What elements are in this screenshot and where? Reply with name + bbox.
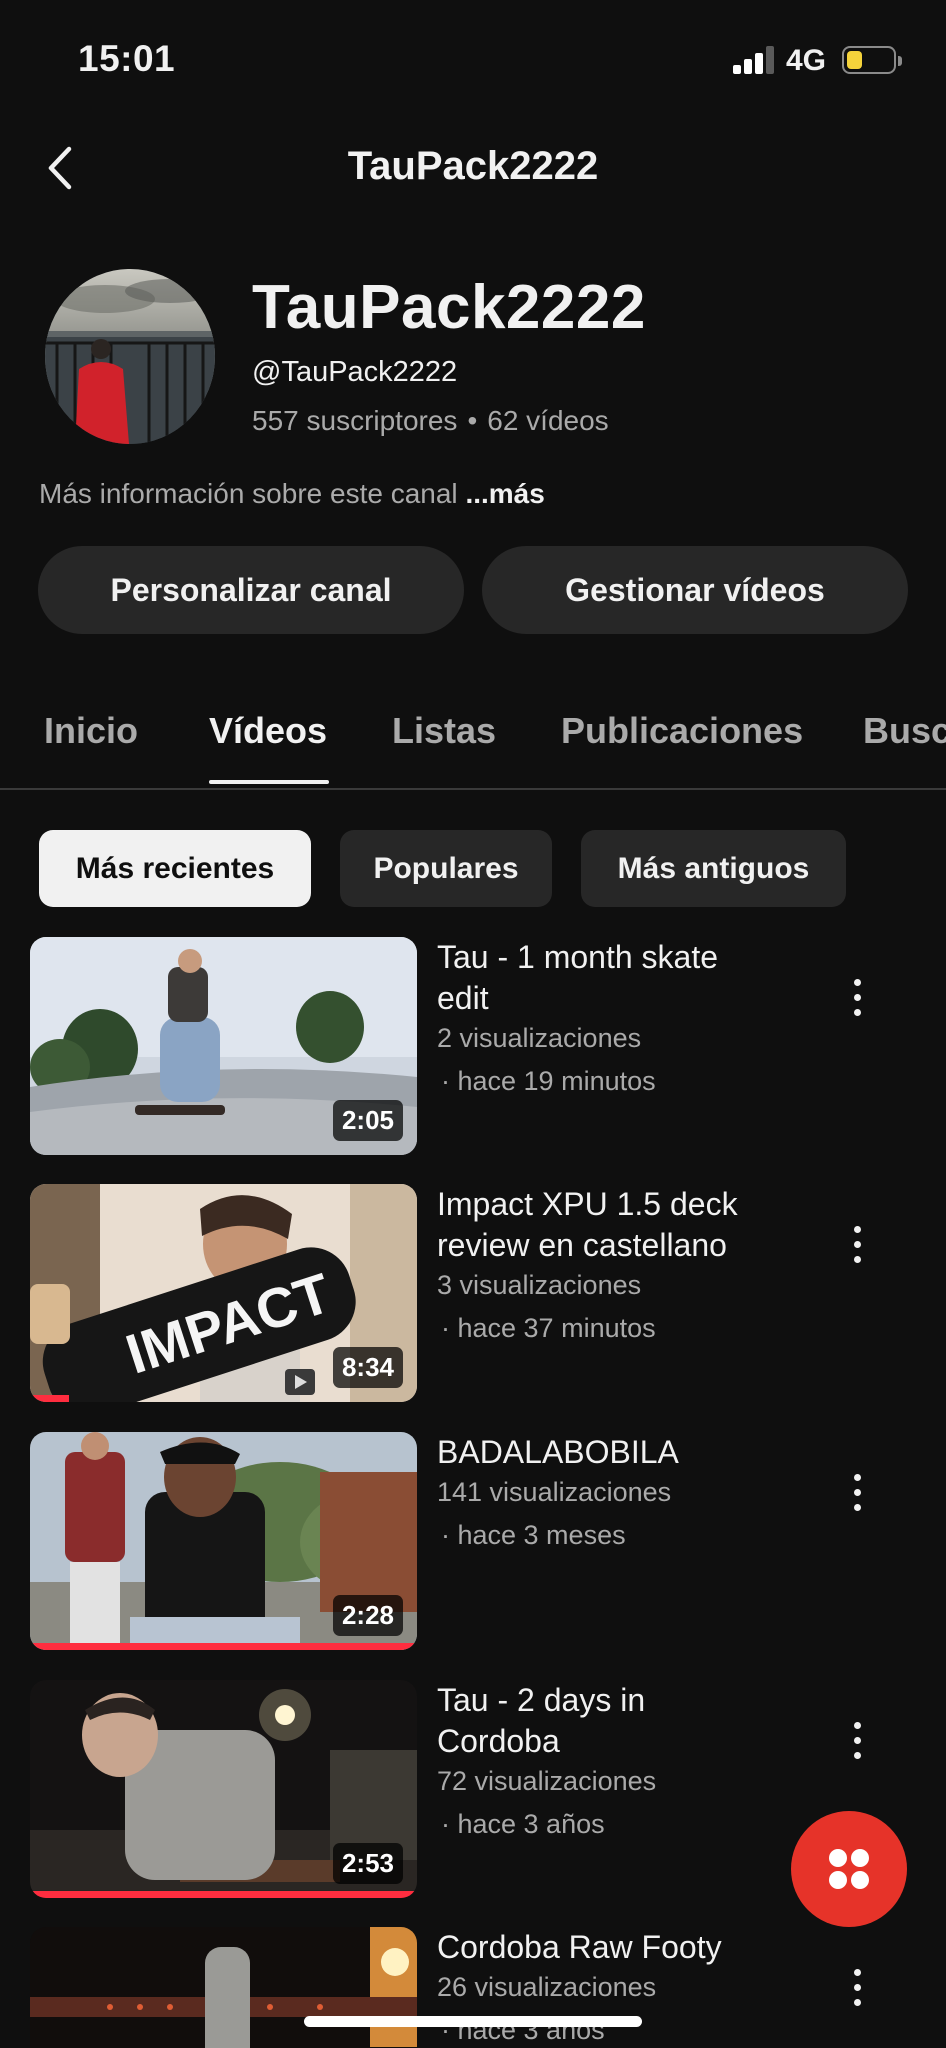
video-item[interactable]: Cordoba Raw Footy 26 visualizaciones · h… <box>0 1927 946 2048</box>
video-item[interactable]: IMPACT 8:34 Impact XPU 1.5 deck review e… <box>0 1184 946 1404</box>
chip-oldest[interactable]: Más antiguos <box>581 830 846 907</box>
video-item[interactable]: 2:28 BADALABOBILA 141 visualizaciones · … <box>0 1432 946 1652</box>
video-title[interactable]: Tau - 2 days in Cordoba <box>437 1680 767 1762</box>
page-title: TauPack2222 <box>347 144 599 188</box>
video-thumbnail[interactable]: 2:53 <box>30 1680 417 1898</box>
channel-name: TauPack2222 <box>252 273 646 342</box>
video-title[interactable]: Tau - 1 month skate edit <box>437 937 767 1019</box>
video-duration: 8:34 <box>332 1347 403 1388</box>
channel-avatar[interactable] <box>45 269 215 444</box>
video-thumbnail[interactable]: 2:28 <box>30 1432 417 1650</box>
chip-most-recent[interactable]: Más recientes <box>39 830 311 907</box>
battery-icon <box>842 46 902 74</box>
video-views: 26 visualizaciones <box>437 1972 657 2002</box>
about-text: Más información sobre este canal <box>39 478 466 509</box>
video-views: 141 visualizaciones <box>437 1477 672 1507</box>
video-thumbnail[interactable]: IMPACT 8:34 <box>30 1184 417 1402</box>
subscriber-count: 557 suscriptores <box>252 405 458 436</box>
apps-grid-icon <box>829 1849 869 1889</box>
status-bar: 15:01 4G <box>0 0 946 120</box>
video-duration: 2:53 <box>332 1843 403 1884</box>
customize-channel-button[interactable]: Personalizar canal <box>38 546 464 634</box>
tab-buscar[interactable]: Busc <box>863 710 946 752</box>
channel-tabs: Inicio Vídeos Listas Publicaciones Busc <box>0 690 946 790</box>
cellular-signal-icon <box>733 46 777 74</box>
tab-videos[interactable]: Vídeos <box>209 710 327 752</box>
video-views: 72 visualizaciones <box>437 1766 657 1796</box>
channel-handle: @TauPack2222 <box>252 356 458 388</box>
video-duration: 2:28 <box>332 1595 403 1636</box>
more-options-icon[interactable] <box>842 1452 872 1532</box>
top-app-bar: TauPack2222 <box>0 120 946 214</box>
video-duration: 2:05 <box>332 1100 403 1141</box>
manage-videos-button[interactable]: Gestionar vídeos <box>482 546 908 634</box>
video-age: · hace 37 minutos <box>441 1313 656 1343</box>
video-title[interactable]: Impact XPU 1.5 deck review en castellano <box>437 1184 767 1266</box>
status-time: 15:01 <box>78 38 176 79</box>
video-title[interactable]: BADALABOBILA <box>437 1432 767 1473</box>
video-views: 3 visualizaciones <box>437 1270 642 1300</box>
network-type-label: 4G <box>786 44 827 77</box>
avatar-image <box>45 269 215 444</box>
channel-about-link[interactable]: Más información sobre este canal ...más <box>39 478 545 510</box>
tab-publicaciones[interactable]: Publicaciones <box>561 710 803 752</box>
tab-listas[interactable]: Listas <box>392 710 496 752</box>
video-views: 2 visualizaciones <box>437 1023 642 1053</box>
video-thumbnail[interactable]: 2:05 <box>30 937 417 1155</box>
active-tab-indicator <box>209 780 329 784</box>
video-thumbnail[interactable] <box>30 1927 417 2048</box>
channel-stats: 557 suscriptores • 62 vídeos <box>252 405 609 437</box>
watch-progress-bar <box>30 1891 417 1898</box>
video-age: · hace 3 meses <box>441 1520 626 1550</box>
more-options-icon[interactable] <box>842 1204 872 1284</box>
tab-inicio[interactable]: Inicio <box>44 710 138 752</box>
more-options-icon[interactable] <box>842 957 872 1037</box>
home-indicator[interactable] <box>304 2016 642 2027</box>
battery-level-fill <box>847 51 862 69</box>
stats-separator: • <box>467 405 478 436</box>
create-fab-button[interactable] <box>791 1811 907 1927</box>
video-title[interactable]: Cordoba Raw Footy <box>437 1927 767 1968</box>
more-options-icon[interactable] <box>842 1700 872 1780</box>
video-age: · hace 19 minutos <box>441 1066 656 1096</box>
watch-progress-bar <box>30 1643 417 1650</box>
video-count: 62 vídeos <box>487 405 609 436</box>
watch-progress-bar <box>30 1395 69 1402</box>
about-more-link[interactable]: ...más <box>465 478 544 509</box>
more-options-icon[interactable] <box>842 1947 872 2027</box>
video-age: · hace 3 años <box>441 1809 605 1839</box>
chip-popular[interactable]: Populares <box>340 830 552 907</box>
video-item[interactable]: 2:05 Tau - 1 month skate edit 2 visualiz… <box>0 937 946 1157</box>
